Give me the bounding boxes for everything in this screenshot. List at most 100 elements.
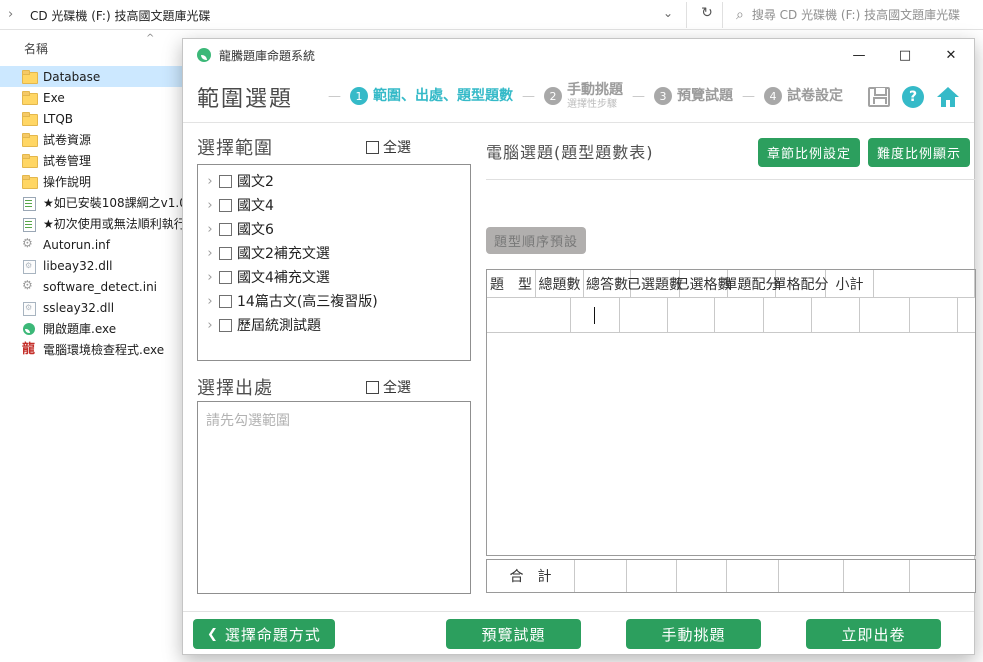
expand-chevron-icon[interactable] [203, 246, 217, 261]
expand-chevron-icon[interactable] [203, 318, 217, 333]
file-row[interactable]: ssleay32.dll [0, 297, 182, 318]
breadcrumb[interactable]: CD 光碟機 (F:) 技高國文題庫光碟 [30, 7, 210, 24]
source-section-title: 選擇出處 [197, 374, 273, 400]
expand-chevron-icon[interactable] [203, 294, 217, 309]
checkbox-icon[interactable] [219, 175, 232, 188]
tree-item[interactable]: 14篇古文(高三複習版) [198, 289, 470, 313]
checkbox-icon[interactable] [366, 381, 379, 394]
table-cell[interactable] [860, 298, 910, 332]
text-caret [594, 307, 595, 324]
table-cell[interactable] [487, 298, 571, 332]
file-icon [22, 70, 37, 84]
table-cell[interactable] [715, 298, 764, 332]
range-section-title: 選擇範圍 [197, 134, 273, 160]
file-name: ssleay32.dll [43, 301, 114, 315]
file-row[interactable]: Autorun.inf [0, 234, 182, 255]
totals-cell [844, 560, 910, 592]
checkbox-icon[interactable] [219, 271, 232, 284]
checkbox-icon[interactable] [219, 295, 232, 308]
window-titlebar[interactable]: 龍騰題庫命題系統 — □ ✕ [183, 39, 974, 71]
table-cell-editing[interactable] [571, 298, 620, 332]
breadcrumb-chevron-icon[interactable]: › [8, 7, 13, 22]
expand-chevron-icon[interactable] [203, 198, 217, 213]
file-name: 試卷管理 [43, 152, 91, 169]
file-row[interactable]: Database [0, 66, 182, 87]
file-icon [22, 112, 37, 126]
tree-item[interactable]: 國文2 [198, 169, 470, 193]
wizard-step[interactable]: 2 手動挑題 選擇性步驟 [513, 83, 623, 109]
source-select-all[interactable]: 全選 [366, 377, 411, 397]
table-cell[interactable] [620, 298, 668, 332]
range-select-all[interactable]: 全選 [366, 137, 411, 157]
search-box[interactable]: ⌕ [726, 0, 983, 29]
wizard-step[interactable]: 4 試卷設定 [733, 87, 843, 105]
minimize-button[interactable]: — [836, 39, 882, 71]
table-cell[interactable] [764, 298, 812, 332]
refresh-icon[interactable]: ↻ [694, 5, 720, 21]
expand-chevron-icon[interactable] [203, 270, 217, 285]
maximize-button[interactable]: □ [882, 39, 928, 71]
tree-item[interactable]: 國文6 [198, 217, 470, 241]
home-icon[interactable] [936, 86, 960, 108]
file-row[interactable]: Exe [0, 87, 182, 108]
expand-chevron-icon[interactable] [203, 222, 217, 237]
file-name: 開啟題庫.exe [43, 320, 116, 337]
totals-cell [910, 560, 975, 592]
file-row[interactable]: libeay32.dll [0, 255, 182, 276]
tree-item[interactable]: 歷屆統測試題 [198, 313, 470, 337]
name-column-header[interactable]: 名稱 [24, 40, 48, 57]
address-dropdown-icon[interactable]: ⌄ [655, 6, 681, 20]
file-row[interactable]: 開啟題庫.exe [0, 318, 182, 339]
page-header: 範圍選題 1 範圍、出處、題型題數 2 手動挑題 選擇性步驟 [183, 71, 974, 123]
checkbox-icon[interactable] [219, 247, 232, 260]
sort-caret-icon[interactable]: ^ [146, 33, 154, 44]
step-number-badge: 2 [544, 87, 562, 105]
file-row[interactable]: ★初次使用或無法順利執行 [0, 213, 182, 234]
file-name: libeay32.dll [43, 259, 113, 273]
file-icon [22, 217, 37, 231]
tree-item[interactable]: 國文2補充文選 [198, 241, 470, 265]
back-to-mode-button[interactable]: ❮ 選擇命題方式 [193, 619, 335, 649]
table-header-cell [874, 270, 975, 297]
search-input[interactable] [752, 8, 983, 22]
expand-chevron-icon[interactable] [203, 174, 217, 189]
table-cell[interactable] [910, 298, 958, 332]
wizard-step[interactable]: 3 預覽試題 [623, 87, 733, 105]
tree-item[interactable]: 國文4補充文選 [198, 265, 470, 289]
generate-paper-button[interactable]: 立即出卷 [806, 619, 941, 649]
page-title: 範圍選題 [197, 81, 293, 113]
step-label: 預覽試題 [677, 89, 733, 104]
table-cell[interactable] [668, 298, 715, 332]
table-header-cell: 題 型 [487, 270, 536, 297]
source-list-box[interactable]: 請先勾選範圍 [197, 401, 471, 594]
question-type-table: 題 型總題數總答數已選題數已選格數單題配分單格配分小計 [486, 269, 976, 556]
divider [722, 2, 723, 28]
search-icon: ⌕ [736, 7, 744, 23]
checkbox-icon[interactable] [219, 223, 232, 236]
order-preset-badge[interactable]: 題型順序預設 [486, 227, 586, 254]
tree-item[interactable]: 國文4 [198, 193, 470, 217]
file-row[interactable]: 試卷管理 [0, 150, 182, 171]
table-cell[interactable] [958, 298, 975, 332]
file-row[interactable]: ★如已安裝108課綱之v1.0 [0, 192, 182, 213]
file-row[interactable]: 試卷資源 [0, 129, 182, 150]
manual-pick-button[interactable]: 手動挑題 [626, 619, 761, 649]
file-row[interactable]: 操作說明 [0, 171, 182, 192]
checkbox-icon[interactable] [219, 319, 232, 332]
close-button[interactable]: ✕ [928, 39, 974, 71]
help-icon[interactable]: ? [902, 86, 924, 108]
checkbox-icon[interactable] [219, 199, 232, 212]
checkbox-icon[interactable] [366, 141, 379, 154]
chapter-ratio-button[interactable]: 章節比例設定 [758, 138, 860, 167]
save-icon[interactable] [868, 87, 890, 107]
wizard-step[interactable]: 1 範圍、出處、題型題數 [319, 87, 513, 105]
file-row[interactable]: LTQB [0, 108, 182, 129]
explorer-address-bar: › CD 光碟機 (F:) 技高國文題庫光碟 ⌄ ↻ ⌕ [0, 0, 983, 30]
difficulty-ratio-button[interactable]: 難度比例顯示 [868, 138, 970, 167]
divider [486, 179, 976, 180]
preview-questions-button[interactable]: 預覽試題 [446, 619, 581, 649]
file-row[interactable]: software_detect.ini [0, 276, 182, 297]
file-name: LTQB [43, 112, 73, 126]
table-cell[interactable] [812, 298, 860, 332]
file-row[interactable]: 電腦環境檢查程式.exe [0, 339, 182, 360]
